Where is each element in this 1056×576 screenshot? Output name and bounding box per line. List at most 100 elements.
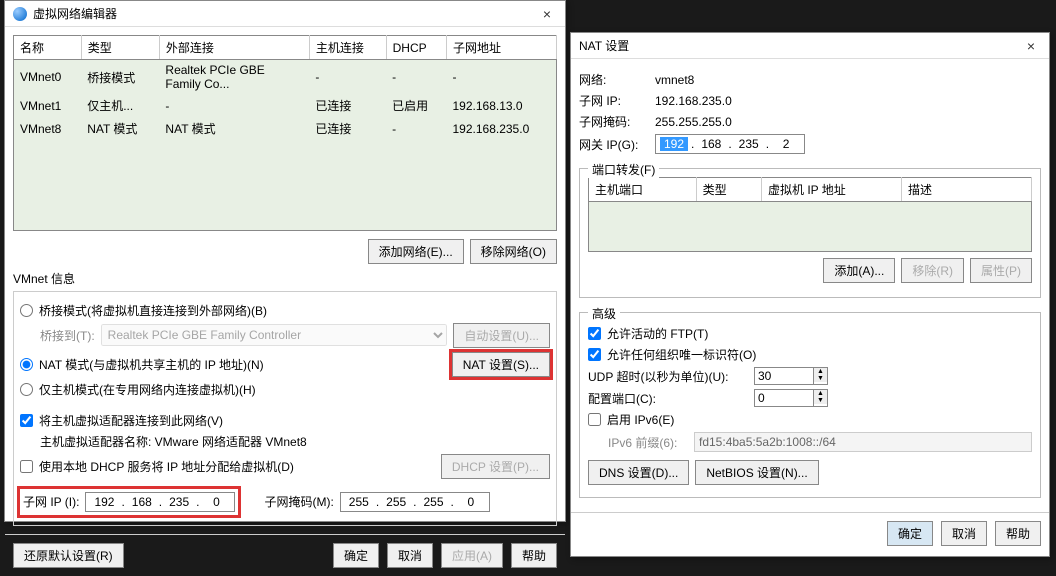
ipv6-prefix-label: IPv6 前缀(6): (608, 434, 688, 451)
nat-radio[interactable] (20, 358, 33, 371)
cell-dhcp: - (386, 60, 446, 95)
nat-ok-button[interactable]: 确定 (887, 521, 933, 546)
nat-close-icon[interactable]: × (1021, 38, 1041, 54)
hostonly-radio[interactable] (20, 383, 33, 396)
pf-prop-button: 属性(P) (970, 258, 1032, 283)
cell-name: VMnet1 (14, 94, 82, 117)
nat-titlebar: NAT 设置 × (571, 33, 1049, 59)
table-row[interactable]: VMnet0桥接模式Realtek PCIe GBE Family Co...-… (14, 60, 557, 95)
cell-subnet: 192.168.235.0 (447, 117, 557, 140)
cell-dhcp: 已启用 (386, 94, 446, 117)
subnet-ip-input[interactable]: . . . (85, 492, 235, 512)
ipv6-prefix-value: fd15:4ba5:5a2b:1008::/64 (694, 432, 1032, 452)
bridge-to-label: 桥接到(T): (40, 327, 95, 344)
adapter-name-label: 主机虚拟适配器名称: VMware 网络适配器 VMnet8 (40, 433, 307, 450)
nat-cancel-button[interactable]: 取消 (941, 521, 987, 546)
nat-mask-label: 子网掩码: (579, 113, 649, 130)
apply-button: 应用(A) (441, 543, 503, 568)
config-port-spinner[interactable]: ▲▼ (754, 389, 828, 407)
cell-host: 已连接 (309, 117, 386, 140)
restore-defaults-button[interactable]: 还原默认设置(R) (13, 543, 124, 568)
org-checkbox[interactable] (588, 348, 601, 361)
cancel-button[interactable]: 取消 (387, 543, 433, 568)
col-host[interactable]: 主机连接 (309, 36, 386, 60)
hostonly-radio-label: 仅主机模式(在专用网络内连接虚拟机)(H) (39, 381, 256, 398)
gateway-label: 网关 IP(G): (579, 136, 649, 153)
table-row[interactable]: VMnet8NAT 模式NAT 模式已连接-192.168.235.0 (14, 117, 557, 140)
ipv6-checkbox[interactable] (588, 413, 601, 426)
help-button[interactable]: 帮助 (511, 543, 557, 568)
globe-icon (13, 7, 27, 21)
dns-settings-button[interactable]: DNS 设置(D)... (588, 460, 689, 485)
ok-button[interactable]: 确定 (333, 543, 379, 568)
ipv6-label: 启用 IPv6(E) (607, 411, 674, 428)
cell-ext: Realtek PCIe GBE Family Co... (159, 60, 309, 95)
port-forward-body (588, 202, 1032, 252)
pf-col-vmip[interactable]: 虚拟机 IP 地址 (762, 178, 902, 202)
dhcp-checkbox[interactable] (20, 460, 33, 473)
titlebar: 虚拟网络编辑器 × (5, 1, 565, 27)
bridge-radio-label: 桥接模式(将虚拟机直接连接到外部网络)(B) (39, 302, 267, 319)
cell-host: 已连接 (309, 94, 386, 117)
remove-network-button[interactable]: 移除网络(O) (470, 239, 557, 264)
port-forward-table: 主机端口 类型 虚拟机 IP 地址 描述 (588, 177, 1032, 202)
cell-ext: NAT 模式 (159, 117, 309, 140)
cell-type: 桥接模式 (81, 60, 159, 95)
virtual-network-editor-window: 虚拟网络编辑器 × 名称 类型 外部连接 主机连接 DHCP 子网地址 VMne… (4, 0, 566, 522)
nat-subnet-label: 子网 IP: (579, 92, 649, 109)
nat-radio-label: NAT 模式(与虚拟机共享主机的 IP 地址)(N) (39, 356, 264, 373)
cell-name: VMnet0 (14, 60, 82, 95)
col-name[interactable]: 名称 (14, 36, 82, 60)
gateway-ip-input[interactable]: . . . (655, 134, 805, 154)
nat-subnet-value: 192.168.235.0 (655, 94, 732, 108)
table-row[interactable]: VMnet1仅主机...-已连接已启用192.168.13.0 (14, 94, 557, 117)
auto-settings-button: 自动设置(U)... (453, 323, 550, 348)
subnet-mask-input[interactable]: . . . (340, 492, 490, 512)
col-ext[interactable]: 外部连接 (159, 36, 309, 60)
udp-timeout-label: UDP 超时(以秒为单位)(U): (588, 368, 748, 385)
udp-timeout-spinner[interactable]: ▲▼ (754, 367, 828, 385)
nat-help-button[interactable]: 帮助 (995, 521, 1041, 546)
dhcp-settings-button: DHCP 设置(P)... (441, 454, 550, 479)
bridge-radio[interactable] (20, 304, 33, 317)
col-dhcp[interactable]: DHCP (386, 36, 446, 60)
cell-dhcp: - (386, 117, 446, 140)
cell-type: NAT 模式 (81, 117, 159, 140)
subnet-ip-label: 子网 IP (I): (23, 493, 79, 510)
nat-settings-button[interactable]: NAT 设置(S)... (452, 352, 550, 377)
add-network-button[interactable]: 添加网络(E)... (368, 239, 464, 264)
nat-settings-dialog: NAT 设置 × 网络: vmnet8 子网 IP: 192.168.235.0 子… (570, 32, 1050, 557)
org-label: 允许任何组织唯一标识符(O) (607, 346, 756, 363)
pf-col-type[interactable]: 类型 (696, 178, 761, 202)
connect-host-checkbox[interactable] (20, 414, 33, 427)
nat-window-title: NAT 设置 (579, 37, 629, 54)
connect-host-label: 将主机虚拟适配器连接到此网络(V) (39, 412, 223, 429)
cell-name: VMnet8 (14, 117, 82, 140)
pf-add-button[interactable]: 添加(A)... (823, 258, 895, 283)
network-table: 名称 类型 外部连接 主机连接 DHCP 子网地址 VMnet0桥接模式Real… (13, 35, 557, 231)
ftp-checkbox[interactable] (588, 327, 601, 340)
col-subnet[interactable]: 子网地址 (447, 36, 557, 60)
bridge-adapter-select: Realtek PCIe GBE Family Controller (101, 324, 448, 346)
pf-remove-button: 移除(R) (901, 258, 964, 283)
col-type[interactable]: 类型 (81, 36, 159, 60)
subnet-mask-label: 子网掩码(M): (264, 493, 333, 510)
net-label: 网络: (579, 71, 649, 88)
cell-ext: - (159, 94, 309, 117)
nat-mask-value: 255.255.255.0 (655, 115, 732, 129)
cell-type: 仅主机... (81, 94, 159, 117)
cell-host: - (309, 60, 386, 95)
config-port-label: 配置端口(C): (588, 390, 748, 407)
net-value: vmnet8 (655, 73, 694, 87)
close-icon[interactable]: × (537, 6, 557, 22)
port-forward-title: 端口转发(F) (588, 161, 659, 178)
pf-col-desc[interactable]: 描述 (902, 178, 1032, 202)
ftp-label: 允许活动的 FTP(T) (607, 325, 708, 342)
cell-subnet: 192.168.13.0 (447, 94, 557, 117)
advanced-title: 高级 (588, 305, 620, 322)
window-title: 虚拟网络编辑器 (33, 5, 117, 22)
netbios-settings-button[interactable]: NetBIOS 设置(N)... (695, 460, 818, 485)
vmnet-info-label: VMnet 信息 (13, 270, 557, 287)
pf-col-hostport[interactable]: 主机端口 (589, 178, 697, 202)
dhcp-label: 使用本地 DHCP 服务将 IP 地址分配给虚拟机(D) (39, 458, 294, 475)
